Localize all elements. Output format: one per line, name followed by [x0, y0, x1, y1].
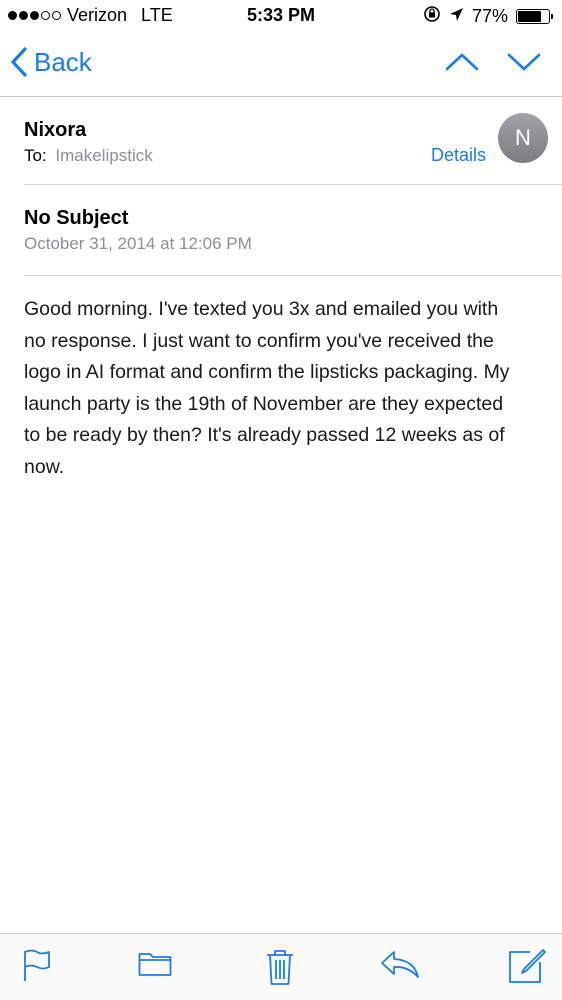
- location-icon: [449, 6, 464, 27]
- trash-icon: [267, 950, 293, 985]
- subject-block: No Subject October 31, 2014 at 12:06 PM: [24, 185, 562, 276]
- recipient-name[interactable]: Imakelipstick: [55, 146, 152, 165]
- chevron-up-icon: [445, 53, 479, 71]
- back-button[interactable]: Back: [10, 46, 92, 78]
- message-subject: No Subject: [24, 207, 129, 229]
- rotation-lock-icon: [423, 5, 441, 28]
- recipient-row: To: Imakelipstick: [24, 146, 153, 166]
- back-label: Back: [34, 46, 92, 77]
- chevron-down-icon: [507, 53, 541, 71]
- to-label: To:: [24, 146, 47, 165]
- delete-button[interactable]: [265, 948, 295, 991]
- folder-icon: [138, 953, 172, 976]
- sender-name[interactable]: Nixora: [24, 119, 86, 142]
- battery-icon: [516, 9, 553, 24]
- avatar[interactable]: N: [498, 113, 548, 163]
- flag-icon: [24, 949, 50, 981]
- message-header: Nixora To: Imakelipstick Details N: [24, 97, 562, 185]
- reply-icon: [381, 951, 419, 978]
- bottom-toolbar: [0, 933, 562, 1000]
- navigation-bar: Back: [0, 32, 562, 97]
- next-message-button[interactable]: [506, 50, 542, 79]
- message-date: October 31, 2014 at 12:06 PM: [24, 234, 252, 253]
- details-link[interactable]: Details: [431, 145, 486, 166]
- status-bar: Verizon LTE 5:33 PM 77%: [0, 0, 562, 32]
- battery-fill: [518, 11, 542, 22]
- reply-button[interactable]: [380, 948, 420, 985]
- message-body: Good morning. I've texted you 3x and ema…: [24, 298, 510, 478]
- chevron-left-icon: [11, 47, 27, 77]
- compose-button[interactable]: [508, 948, 546, 989]
- flag-button[interactable]: [22, 948, 52, 987]
- move-to-folder-button[interactable]: [138, 948, 172, 983]
- battery-percent: 77%: [471, 6, 508, 26]
- status-right: 77%: [423, 5, 553, 28]
- previous-message-button[interactable]: [444, 50, 480, 79]
- mail-screen: Verizon LTE 5:33 PM 77% Back Nixora To: …: [0, 0, 562, 1000]
- compose-icon: [509, 949, 546, 983]
